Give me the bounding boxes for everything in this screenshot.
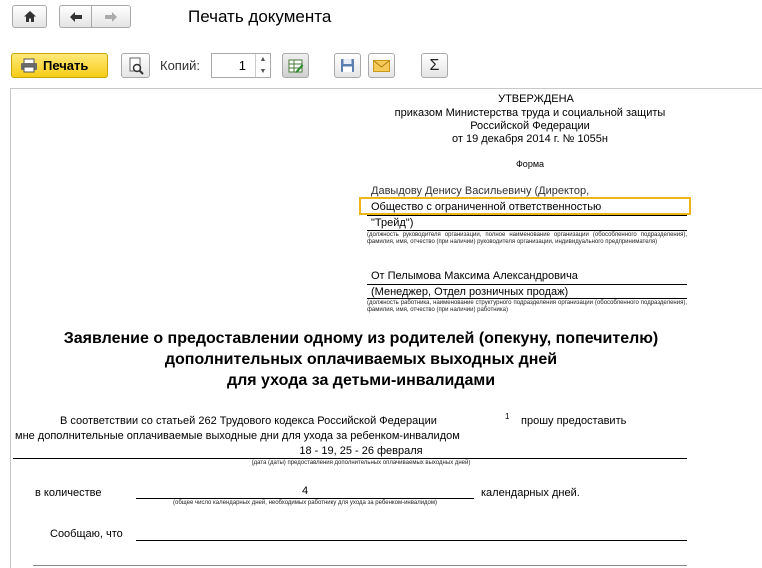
inform-underline-2: [33, 565, 687, 566]
spin-down-icon[interactable]: ▼: [260, 68, 267, 75]
inform-underline-1: [136, 540, 687, 541]
approved-date: от 19 декабря 2014 г. № 1055н: [452, 133, 608, 145]
body-line-1-end: прошу предоставить: [521, 415, 627, 427]
page-preview-icon: [129, 57, 144, 75]
addressee-line-1: Давыдову Денису Васильевичу (Директор,: [371, 185, 590, 197]
dates-underline: [13, 458, 687, 459]
form-label: Форма: [515, 159, 545, 169]
dates-hint: (дата (даты) предоставления дополнительн…: [251, 460, 471, 466]
from-underline-1: [367, 284, 687, 285]
addressee-hint: (должность руководителя организации, пол…: [367, 232, 687, 245]
sum-button[interactable]: Σ: [421, 53, 448, 78]
save-icon: [341, 59, 354, 72]
approved-country: Российской Федерации: [470, 120, 590, 132]
document-preview[interactable]: УТВЕРЖДЕНА приказом Министерства труда и…: [10, 88, 762, 568]
approved-order: приказом Министерства труда и социальной…: [394, 107, 666, 119]
inform-label: Сообщаю, что: [50, 528, 123, 540]
heading-line-1: Заявление о предоставлении одному из род…: [63, 330, 659, 347]
back-button[interactable]: [59, 5, 91, 28]
qty-suffix: календарных дней.: [481, 487, 580, 499]
body-line-2: мне дополнительные оплачиваемые выходные…: [15, 430, 460, 442]
copies-stepper[interactable]: ▲ ▼: [255, 54, 270, 77]
preview-button[interactable]: [121, 53, 150, 78]
envelope-icon: [373, 59, 390, 72]
qty-underline: [136, 498, 474, 499]
dates-value: 18 - 19, 25 - 26 февраля: [299, 445, 423, 457]
footnote-mark: 1: [505, 412, 510, 421]
from-line-2: (Менеджер, Отдел розничных продаж): [371, 286, 569, 298]
arrow-right-icon: [105, 11, 117, 22]
qty-prefix: в количестве: [35, 487, 102, 499]
arrow-left-icon: [69, 11, 82, 22]
heading-line-2: дополнительных оплачиваемых выходных дне…: [164, 351, 558, 368]
heading-line-3: для ухода за детьми-инвалидами: [226, 372, 496, 389]
edit-mode-button[interactable]: [282, 53, 309, 78]
printer-icon: [21, 58, 37, 73]
home-button[interactable]: [12, 5, 47, 28]
from-hint: (должность работника, наименование струк…: [367, 300, 687, 313]
approved-title: УТВЕРЖДЕНА: [498, 93, 574, 105]
from-line-1: От Пелымова Максима Александровича: [371, 270, 578, 282]
addressee-line-2: Общество с ограниченной ответственностью: [371, 201, 602, 213]
from-underline-2: [367, 298, 687, 299]
sum-icon: Σ: [429, 56, 440, 74]
edit-table-icon: [288, 59, 303, 73]
send-email-button[interactable]: [368, 53, 395, 78]
copies-input[interactable]: 1 ▲ ▼: [211, 53, 271, 78]
body-line-1: В соответствии со статьей 262 Трудового …: [60, 415, 437, 427]
print-button-label: Печать: [43, 58, 89, 73]
copies-value: 1: [238, 58, 246, 73]
forward-button[interactable]: [91, 5, 131, 28]
home-icon: [23, 11, 36, 22]
qty-value: 4: [301, 485, 309, 497]
save-button[interactable]: [334, 53, 361, 78]
qty-hint: (общее число календарных дней, необходим…: [172, 500, 438, 506]
spin-up-icon[interactable]: ▲: [260, 56, 267, 63]
print-button[interactable]: Печать: [11, 53, 108, 78]
addressee-line-3: "Трейд"): [371, 217, 414, 229]
addressee-underline-2: [367, 215, 687, 216]
window-title: Печать документа: [188, 7, 332, 26]
copies-label: Копий:: [160, 58, 200, 73]
addressee-underline-3: [367, 230, 687, 231]
